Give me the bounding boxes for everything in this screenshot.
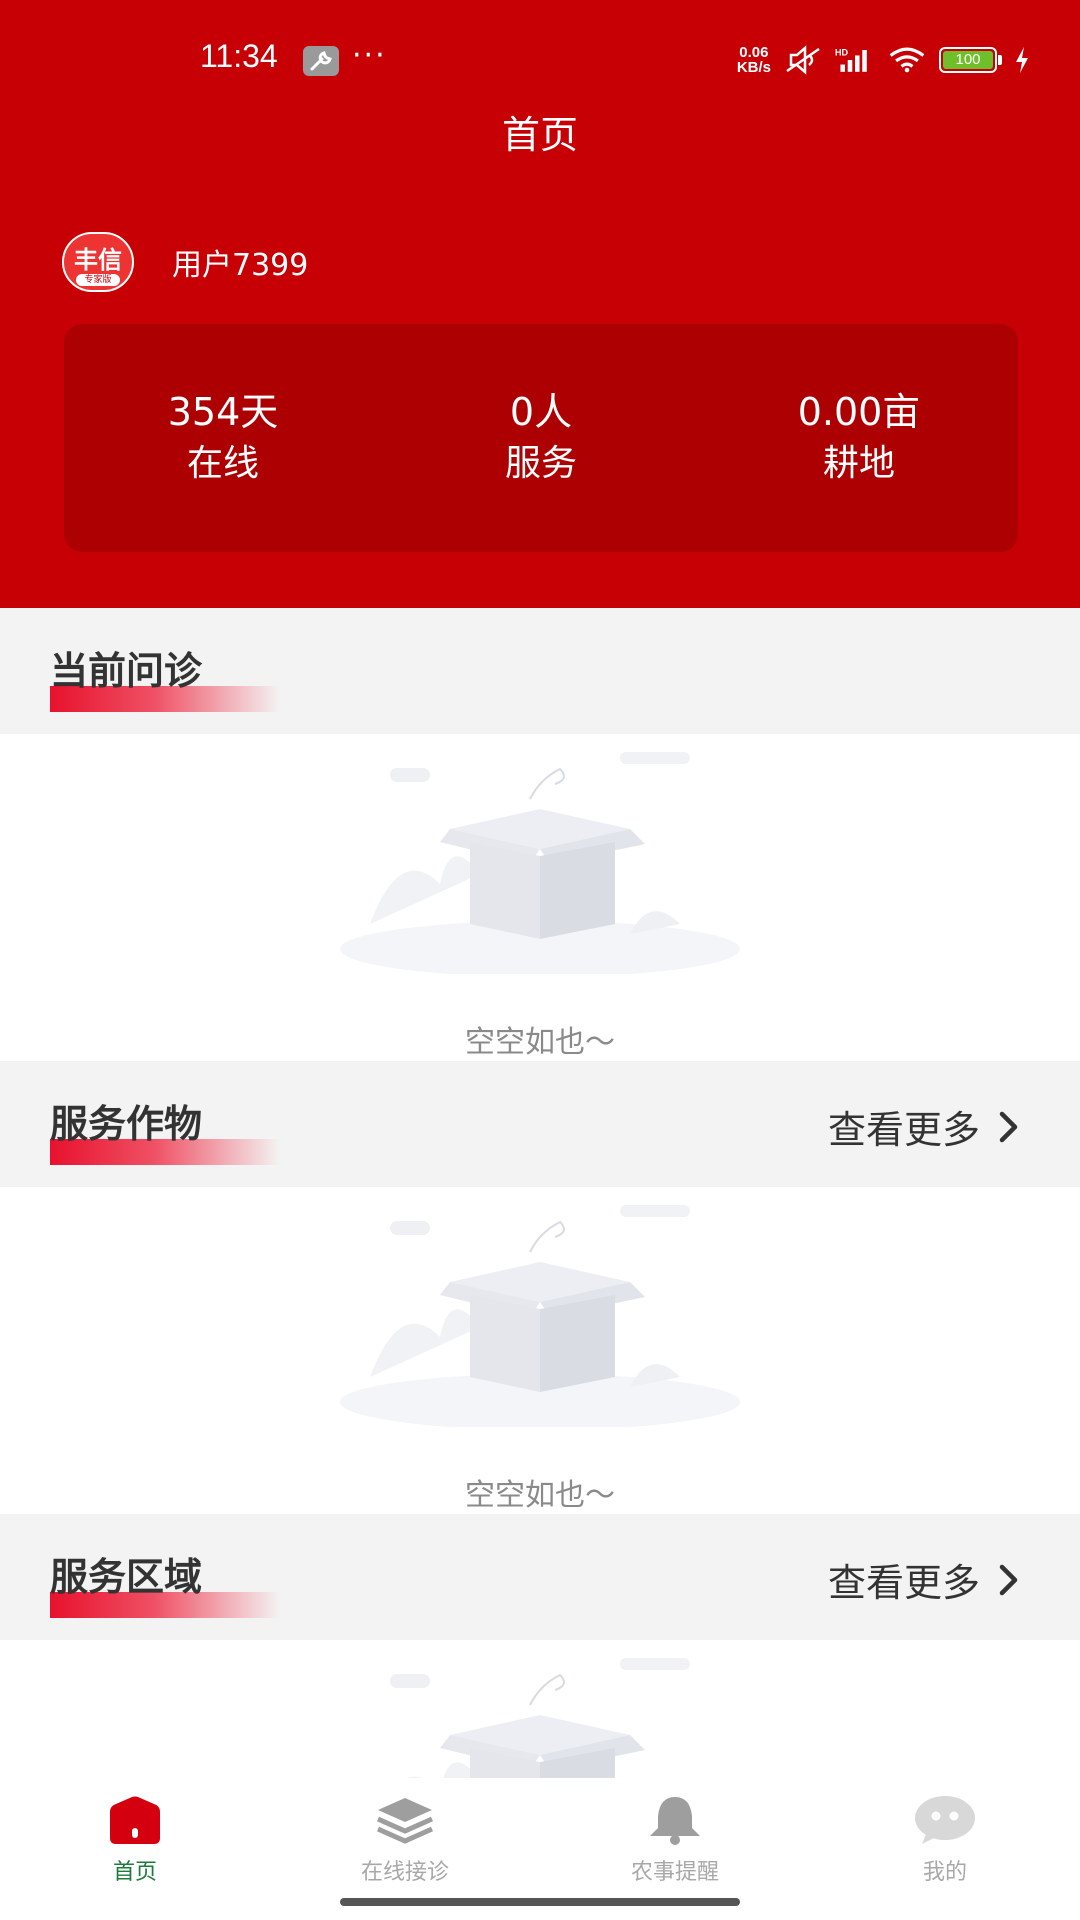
stat-farmland: 0.00亩 耕地	[797, 390, 921, 484]
home-icon	[100, 1792, 170, 1848]
nav-label: 农事提醒	[630, 1860, 719, 1885]
chat-bubble-icon	[910, 1792, 980, 1848]
nav-label: 我的	[922, 1860, 967, 1885]
section-title: 服务区域	[50, 1555, 203, 1599]
more-notifications-icon: ···	[352, 38, 387, 73]
nav-label: 在线接诊	[360, 1860, 449, 1885]
status-bar: 11:34 ··· 0.06 KB/s HD 100	[0, 0, 1080, 110]
status-icons: 0.06 KB/s HD 100	[737, 40, 1030, 80]
chevron-right-icon	[999, 1564, 1018, 1595]
bell-icon	[640, 1792, 710, 1848]
layers-icon	[370, 1792, 440, 1848]
empty-state-consultation: 空空如也～	[0, 734, 1080, 1061]
battery-icon: 100	[939, 47, 1002, 73]
empty-box-illustration	[340, 1205, 740, 1427]
username: 用户7399	[172, 248, 309, 283]
network-speed: 0.06 KB/s	[736, 44, 771, 76]
stat-online-days: 354天 在线	[167, 390, 279, 484]
empty-box-illustration	[340, 752, 740, 974]
charging-icon	[1014, 45, 1030, 75]
nav-item-mine[interactable]: 我的	[810, 1778, 1080, 1920]
screen: 11:34 ··· 0.06 KB/s HD 100 首页 丰信 专家版 用户7…	[0, 0, 1080, 1920]
section-header-consultation: 当前问诊	[0, 608, 1080, 734]
wifi-icon	[887, 45, 927, 75]
cellular-signal-icon: HD	[835, 45, 875, 75]
stats-card: 354天 在线 0人 服务 0.00亩 耕地	[64, 324, 1018, 552]
stat-served-people: 0人 服务	[504, 390, 577, 484]
logo-subtext: 专家版	[76, 274, 120, 286]
avatar[interactable]: 丰信 专家版	[62, 232, 134, 292]
page-title: 首页	[501, 113, 578, 157]
home-indicator[interactable]	[340, 1898, 740, 1906]
section-title: 当前问诊	[50, 649, 203, 693]
section-title: 服务作物	[50, 1102, 203, 1146]
empty-text: 空空如也～	[465, 1478, 615, 1513]
empty-state-region	[0, 1640, 1080, 1778]
svg-text:HD: HD	[835, 47, 849, 57]
nav-label: 首页	[112, 1860, 157, 1885]
status-time: 11:34	[200, 38, 278, 74]
logo-text: 丰信	[74, 246, 122, 274]
empty-state-crops: 空空如也～	[0, 1187, 1080, 1514]
user-profile[interactable]: 丰信 专家版 用户7399	[62, 232, 308, 292]
empty-text: 空空如也～	[465, 1025, 615, 1060]
empty-box-illustration	[390, 1658, 690, 1778]
see-more-crops-button[interactable]: 查看更多	[828, 1099, 1020, 1154]
section-header-region: 服务区域 查看更多	[0, 1514, 1080, 1640]
mute-icon	[783, 45, 823, 75]
nav-item-home[interactable]: 首页	[0, 1778, 270, 1920]
chevron-right-icon	[999, 1111, 1018, 1142]
header: 11:34 ··· 0.06 KB/s HD 100 首页 丰信 专家版 用户7…	[0, 0, 1080, 608]
wrench-icon	[303, 46, 339, 76]
see-more-region-button[interactable]: 查看更多	[828, 1552, 1020, 1607]
section-header-crops: 服务作物 查看更多	[0, 1061, 1080, 1187]
